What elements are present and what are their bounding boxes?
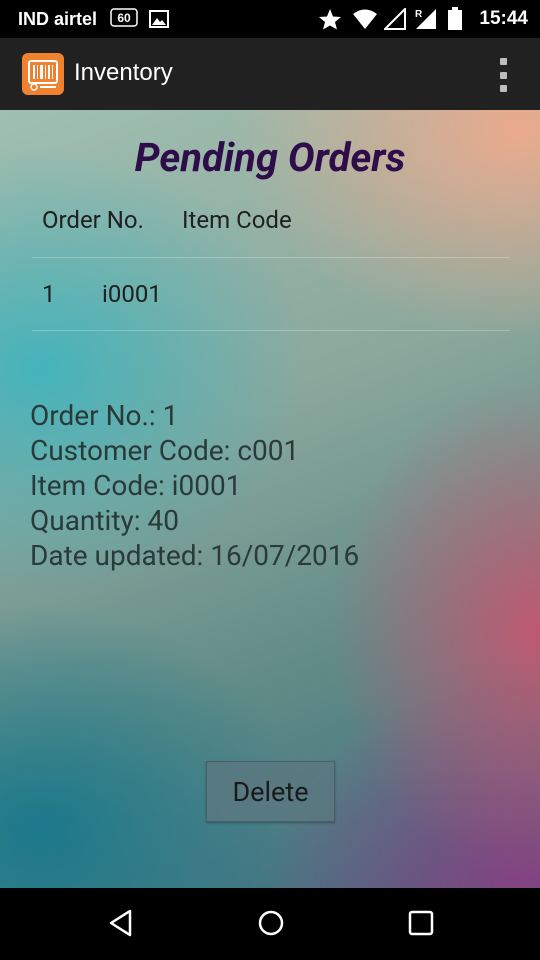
delete-button[interactable]: Delete [206,761,335,822]
image-icon [149,10,169,33]
clock: 15:44 [479,8,528,29]
menu-dot [499,85,507,92]
app-bar: Inventory [0,38,540,110]
wifi-icon [352,8,378,35]
order-no-cell: 1 [42,280,56,308]
detail-order-no: Order No.: 1 [30,399,179,432]
navigation-bar [0,888,540,960]
divider [32,330,510,331]
detail-item-code: Item Code: i0001 [30,469,242,502]
back-icon[interactable] [106,908,136,942]
table-header: Order No. Item Code [42,206,292,234]
barcode-icon [22,53,64,95]
battery-icon [447,7,463,36]
menu-dot [499,58,507,65]
order-details: Order No.: 1 Customer Code: c001 Item Co… [30,398,359,573]
table-row[interactable]: 1 i0001 [42,280,162,308]
status-bar: IND airtel 60 R 15:44 [0,0,540,38]
main-content: Pending Orders Order No. Item Code 1 i00… [0,110,540,888]
divider [32,257,510,258]
page-title: Pending Orders [134,134,406,181]
carrier-name: IND airtel [18,9,98,29]
item-code-cell: i0001 [102,280,162,308]
detail-date-updated: Date updated: 16/07/2016 [30,539,360,572]
detail-quantity: Quantity: 40 [30,504,179,537]
detail-customer-code: Customer Code: c001 [30,434,300,467]
signal-icon [382,6,406,35]
roaming-signal-icon: R [413,6,439,35]
home-icon[interactable] [256,908,286,942]
svg-text:R: R [415,9,423,20]
menu-dot [499,71,507,79]
column-header-item-code: Item Code [182,206,292,234]
star-icon [318,8,342,35]
svg-text:60: 60 [117,11,131,25]
overflow-menu-icon[interactable] [498,58,508,92]
app-title: Inventory [74,59,173,86]
column-header-order-no: Order No. [42,206,144,234]
network-type-icon: 60 [110,8,138,33]
recents-icon[interactable] [406,908,436,942]
